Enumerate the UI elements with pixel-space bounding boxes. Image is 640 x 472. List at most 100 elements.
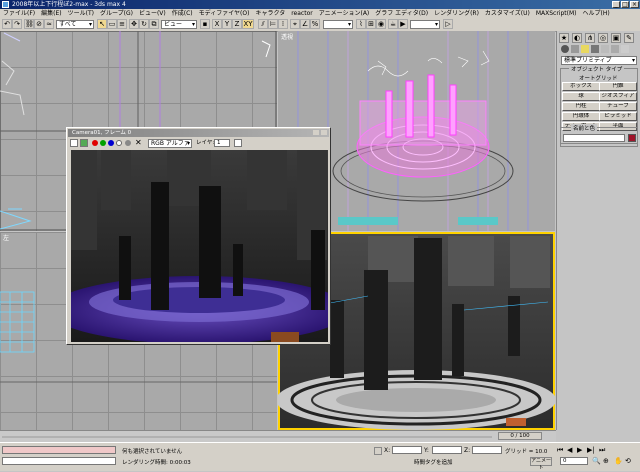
torus-button[interactable]: 円環体: [562, 112, 600, 121]
animate-button[interactable]: アニメート: [530, 457, 552, 471]
fw-minimize-button[interactable]: [313, 130, 319, 135]
link-icon[interactable]: ⛓: [24, 19, 34, 29]
mirror-icon[interactable]: ⫽: [258, 19, 268, 29]
arc-rotate-icon[interactable]: ⟲: [625, 457, 631, 465]
axis-x-button[interactable]: X: [212, 19, 222, 29]
select-object-icon[interactable]: ↖: [97, 19, 107, 29]
systems-icon[interactable]: [621, 45, 629, 53]
cameras-icon[interactable]: [591, 45, 599, 53]
render-type-dropdown[interactable]: [410, 20, 440, 29]
array-icon[interactable]: ⁞: [278, 19, 288, 29]
menu-graph-editors[interactable]: グラフ エディタ(D): [372, 9, 431, 18]
zoom-icon[interactable]: 🔍: [592, 457, 601, 465]
goto-start-icon[interactable]: ⏮: [557, 446, 563, 455]
helpers-icon[interactable]: [601, 45, 609, 53]
spacewarps-icon[interactable]: [611, 45, 619, 53]
color-swatch-icon[interactable]: [234, 139, 242, 147]
select-move-icon[interactable]: ✥: [129, 19, 139, 29]
green-channel-icon[interactable]: [100, 140, 106, 146]
prev-frame-icon[interactable]: ◀: [567, 446, 572, 454]
zoom-all-icon[interactable]: ⊕: [603, 457, 609, 465]
menu-view[interactable]: ビュー(V): [136, 9, 169, 18]
object-color-swatch[interactable]: [628, 134, 636, 142]
current-frame-field[interactable]: 0: [560, 457, 588, 465]
fw-close-button[interactable]: [321, 130, 327, 135]
track-view-icon[interactable]: ⌇: [356, 19, 366, 29]
menu-group[interactable]: グループ(G): [97, 9, 136, 18]
motion-tab-icon[interactable]: ◎: [598, 33, 608, 43]
selection-filter-dropdown[interactable]: すべて: [56, 20, 94, 29]
channel-dropdown[interactable]: RGB アルファ: [148, 139, 192, 148]
modify-tab-icon[interactable]: ◐: [572, 33, 582, 43]
blue-channel-icon[interactable]: [108, 140, 114, 146]
menu-reactor[interactable]: reactor: [288, 9, 316, 18]
geosphere-button[interactable]: ジオスフィア: [599, 92, 637, 101]
monochrome-icon[interactable]: [125, 140, 131, 146]
close-button[interactable]: ×: [630, 1, 639, 8]
render-last-icon[interactable]: ▷: [443, 19, 453, 29]
material-editor-icon[interactable]: ◉: [376, 19, 386, 29]
menu-animation[interactable]: アニメーション(A): [316, 9, 373, 18]
time-slider-thumb[interactable]: 0 / 100: [498, 432, 542, 440]
object-type-title[interactable]: オブジェクト タイプ: [569, 65, 625, 73]
next-frame-icon[interactable]: ▶|: [587, 446, 595, 454]
menu-file[interactable]: ファイル(F): [0, 9, 38, 18]
menu-maxscript[interactable]: MAXScript(M): [533, 9, 580, 18]
menu-rendering[interactable]: レンダリング(R): [431, 9, 482, 18]
rendered-frame-titlebar[interactable]: Camera01, フレーム 0: [68, 129, 329, 137]
menu-create[interactable]: 作成(C): [169, 9, 196, 18]
menu-modifiers[interactable]: モディファイヤ(O): [196, 9, 253, 18]
coord-y-field[interactable]: [432, 446, 462, 454]
menu-edit[interactable]: 編集(E): [38, 9, 64, 18]
schematic-view-icon[interactable]: ⊞: [366, 19, 376, 29]
select-rotate-icon[interactable]: ↻: [139, 19, 149, 29]
autogrid-checkbox[interactable]: オートグリッド: [579, 74, 618, 82]
sphere-button[interactable]: 球: [562, 92, 600, 101]
object-name-field[interactable]: [563, 134, 625, 142]
lights-icon[interactable]: [581, 45, 589, 53]
geometry-icon[interactable]: [561, 45, 569, 53]
menu-character[interactable]: キャラクタ: [252, 9, 288, 18]
save-bitmap-icon[interactable]: [70, 139, 78, 147]
redo-icon[interactable]: ↷: [12, 19, 22, 29]
utilities-tab-icon[interactable]: ✎: [624, 33, 634, 43]
create-tab-icon[interactable]: ★: [559, 33, 569, 43]
clone-window-icon[interactable]: [80, 139, 88, 147]
maxscript-listener-field[interactable]: [2, 446, 116, 454]
tube-button[interactable]: チューブ: [599, 102, 637, 111]
cone-button[interactable]: 円錐: [599, 82, 637, 91]
alpha-channel-icon[interactable]: [116, 140, 122, 146]
display-tab-icon[interactable]: ▣: [611, 33, 621, 43]
minimize-button[interactable]: _: [612, 1, 620, 8]
unlink-icon[interactable]: ⊘: [34, 19, 44, 29]
shapes-icon[interactable]: [571, 45, 579, 53]
axis-xy-button[interactable]: XY: [242, 19, 254, 29]
menu-help[interactable]: ヘルプ(H): [579, 9, 612, 18]
named-selection-dropdown[interactable]: [323, 20, 353, 29]
render-scene-icon[interactable]: ☕: [388, 19, 398, 29]
coord-x-field[interactable]: [392, 446, 422, 454]
name-color-title[interactable]: 名前と色: [571, 124, 598, 132]
align-icon[interactable]: ⊨: [268, 19, 278, 29]
reference-coordinate-dropdown[interactable]: ビュー: [161, 20, 197, 29]
box-button[interactable]: ボックス: [562, 82, 600, 91]
bind-spacewarp-icon[interactable]: ≈: [44, 19, 54, 29]
time-tag-button[interactable]: 時間タグを追加: [414, 458, 453, 466]
percent-snap-icon[interactable]: %: [310, 19, 320, 29]
cylinder-button[interactable]: 円柱: [562, 102, 600, 111]
category-dropdown[interactable]: 標準プリミティブ: [561, 56, 637, 65]
lock-selection-icon[interactable]: [374, 447, 382, 455]
undo-icon[interactable]: ↶: [2, 19, 12, 29]
play-icon[interactable]: ▶: [577, 446, 582, 454]
menu-tools[interactable]: ツール(T): [65, 9, 97, 18]
axis-z-button[interactable]: Z: [232, 19, 242, 29]
maxscript-mini-listener[interactable]: [2, 457, 116, 465]
angle-snap-icon[interactable]: ∠: [300, 19, 310, 29]
quick-render-icon[interactable]: ▶: [398, 19, 408, 29]
axis-y-button[interactable]: Y: [222, 19, 232, 29]
rendered-frame-window[interactable]: Camera01, フレーム 0 ✕ RGB アルファ レイヤ: 1: [66, 127, 331, 345]
pan-icon[interactable]: ✋: [614, 457, 623, 465]
pivot-icon[interactable]: ▪: [200, 19, 210, 29]
menu-customize[interactable]: カスタマイズ(U): [482, 9, 533, 18]
layer-spinner[interactable]: 1: [214, 139, 230, 147]
